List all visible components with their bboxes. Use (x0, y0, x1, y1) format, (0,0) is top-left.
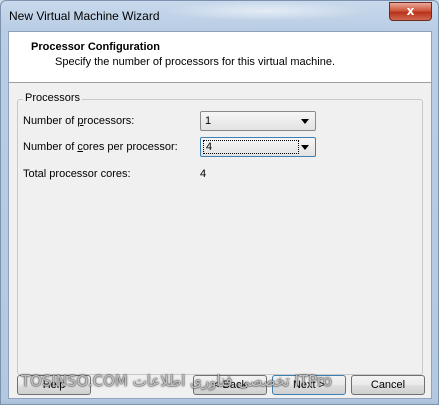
num-processors-value: 1 (205, 115, 212, 127)
cores-label-pre: Number of (23, 141, 78, 153)
window-bottom-frame (1, 399, 438, 404)
num-processors-label: Number of processors: (23, 115, 134, 127)
back-button[interactable]: < Back (193, 375, 267, 395)
next-button[interactable]: Next > (272, 375, 346, 395)
title-glow (161, 1, 371, 21)
processors-group-legend: Processors (23, 92, 83, 104)
title-bar[interactable]: New Virtual Machine Wizard x (1, 1, 438, 31)
num-processors-label-pre: Number of (23, 115, 78, 127)
close-icon: x (406, 4, 415, 18)
close-button[interactable]: x (389, 2, 432, 21)
cores-per-processor-label: Number of cores per processor: (23, 141, 178, 153)
wizard-header: Processor Configuration Specify the numb… (9, 32, 431, 83)
wizard-content: Processor Configuration Specify the numb… (8, 31, 432, 399)
total-cores-value: 4 (200, 168, 207, 180)
cancel-button[interactable]: Cancel (351, 375, 425, 395)
num-processors-select[interactable]: 1 (200, 111, 316, 131)
chevron-down-icon (301, 145, 309, 150)
page-subtitle: Specify the number of processors for thi… (55, 56, 336, 68)
wizard-window: New Virtual Machine Wizard x Processor C… (0, 0, 439, 405)
help-button[interactable]: Help (17, 375, 91, 395)
total-cores-label: Total processor cores: (23, 168, 131, 180)
cores-label-post: ores per processor: (82, 141, 178, 153)
cores-per-processor-select[interactable]: 4 (200, 137, 316, 157)
window-title: New Virtual Machine Wizard (9, 9, 160, 23)
cores-per-processor-value: 4 (203, 140, 299, 154)
page-title: Processor Configuration (31, 41, 160, 53)
num-processors-label-post: rocessors: (83, 115, 135, 127)
chevron-down-icon (301, 119, 309, 124)
processors-groupbox: Processors Number of processors: 1 Numbe… (17, 92, 423, 375)
